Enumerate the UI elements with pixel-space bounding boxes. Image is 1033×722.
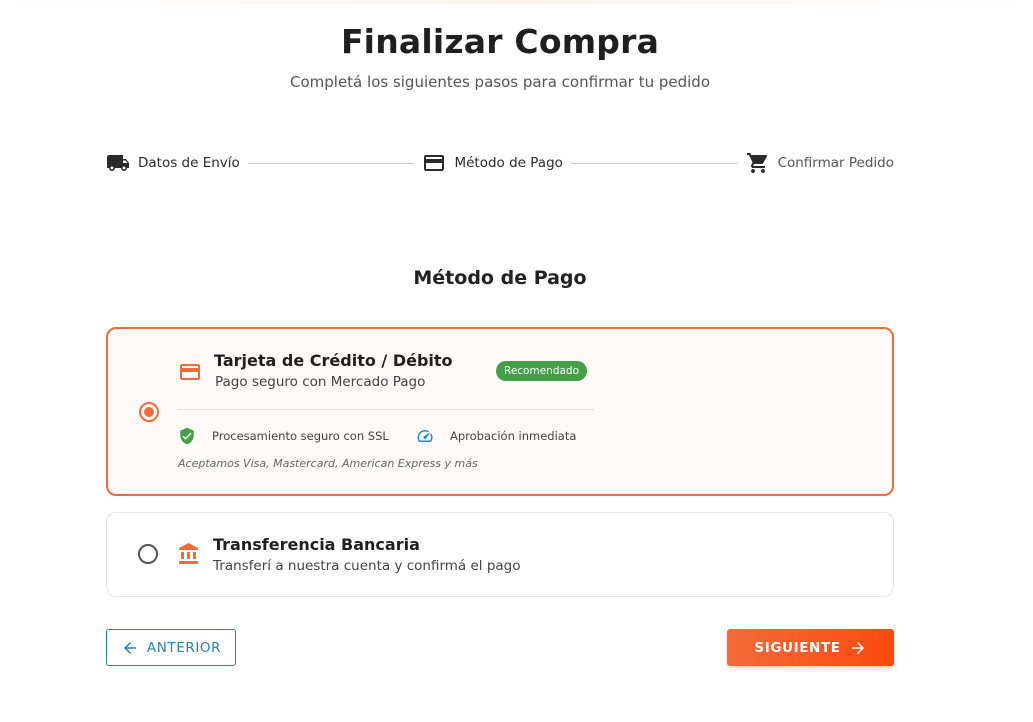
step-shipping[interactable]: Datos de Envío xyxy=(106,151,240,175)
previous-button-label: ANTERIOR xyxy=(146,639,222,656)
step-connector xyxy=(570,162,738,164)
next-button[interactable]: SIGUIENTE xyxy=(727,629,894,666)
checkout-stepper: Datos de Envío Método de Pago Confirmar … xyxy=(106,150,894,176)
step-label-confirm: Confirmar Pedido xyxy=(777,155,894,171)
cart-icon xyxy=(746,151,770,175)
radio-transfer-unselected[interactable] xyxy=(138,544,158,564)
step-label-shipping: Datos de Envío xyxy=(138,155,240,171)
credit-card-icon xyxy=(422,151,446,175)
page-title: Finalizar Compra xyxy=(340,22,660,61)
credit-card-icon xyxy=(178,360,202,384)
option-title-transfer: Transferencia Bancaria xyxy=(213,535,420,554)
arrow-left-icon xyxy=(121,639,139,657)
step-label-payment: Método de Pago xyxy=(454,155,563,171)
truck-icon xyxy=(106,151,130,175)
option-subtitle-transfer: Transferí a nuestra cuenta y confirmá el… xyxy=(213,558,521,574)
payment-option-card[interactable]: Tarjeta de Crédito / Débito Pago seguro … xyxy=(106,327,894,496)
feature-ssl: Procesamiento seguro con SSL xyxy=(212,429,389,443)
bank-icon xyxy=(177,542,201,566)
section-title: Método de Pago xyxy=(413,267,587,289)
radio-card-selected[interactable] xyxy=(139,402,159,422)
option-subtitle-card: Pago seguro con Mercado Pago xyxy=(215,374,426,390)
accepted-cards-text: Aceptamos Visa, Mastercard, American Exp… xyxy=(178,457,478,470)
feature-approval: Aprobación inmediata xyxy=(450,429,577,443)
top-accent-bar xyxy=(0,0,1033,4)
page-subtitle: Completá los siguientes pasos para confi… xyxy=(290,73,710,91)
option-title-card: Tarjeta de Crédito / Débito xyxy=(214,351,453,370)
step-connector xyxy=(247,162,415,164)
step-payment[interactable]: Método de Pago xyxy=(422,151,563,175)
recommended-badge: Recomendado xyxy=(496,361,588,381)
step-confirm[interactable]: Confirmar Pedido xyxy=(746,151,894,175)
payment-option-transfer[interactable]: Transferencia Bancaria Transferí a nuest… xyxy=(106,512,894,597)
shield-check-icon xyxy=(178,427,196,445)
next-button-label: SIGUIENTE xyxy=(754,639,841,656)
divider xyxy=(178,409,594,410)
arrow-right-icon xyxy=(849,639,867,657)
speedometer-icon xyxy=(416,427,434,445)
previous-button[interactable]: ANTERIOR xyxy=(106,629,236,666)
